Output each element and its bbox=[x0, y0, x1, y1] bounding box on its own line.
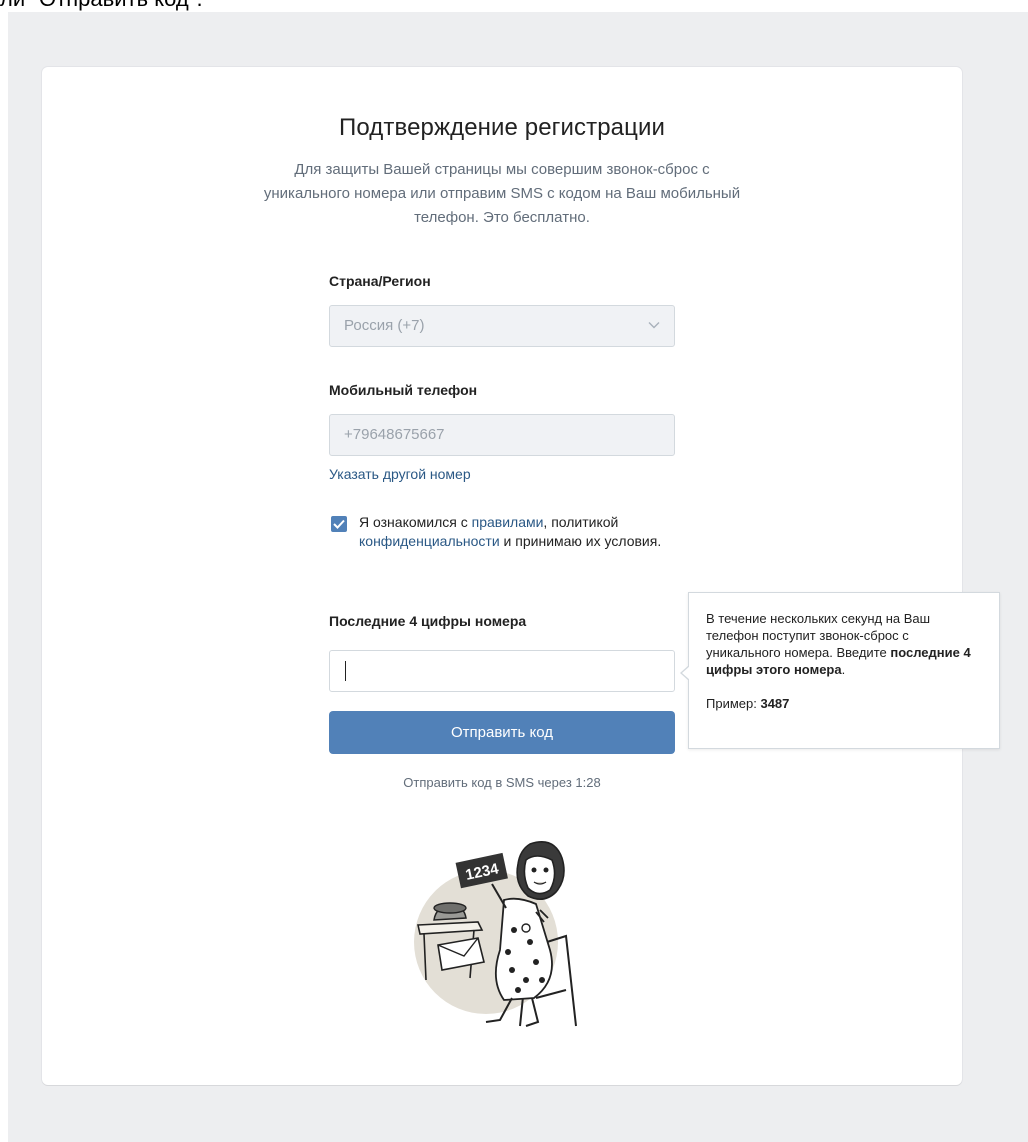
phone-field[interactable]: +79648675667 bbox=[329, 414, 675, 456]
change-number-link[interactable]: Указать другой номер bbox=[329, 466, 471, 482]
privacy-link[interactable]: конфиденциальности bbox=[359, 533, 500, 549]
woman-with-phone-illustration: 1234 bbox=[414, 841, 577, 1027]
country-select[interactable]: Россия (+7) bbox=[329, 305, 675, 347]
hint-tooltip: В течение нескольких секунд на Ваш телеф… bbox=[680, 592, 1000, 749]
terms-checkbox[interactable] bbox=[331, 516, 347, 532]
example-value: 3487 bbox=[760, 696, 790, 711]
checkmark-icon bbox=[333, 519, 345, 529]
text-caret bbox=[345, 661, 346, 681]
tooltip-arrow-fill bbox=[682, 666, 690, 680]
terms-part1: Я ознакомился с bbox=[359, 514, 472, 530]
page-description: Для защиты Вашей страницы мы совершим зв… bbox=[263, 161, 741, 226]
terms-part3: и принимаю их условия. bbox=[499, 533, 662, 549]
phone-label: Мобильный телефон bbox=[329, 382, 478, 398]
tooltip-text-part2: . bbox=[841, 662, 846, 677]
chevron-down-icon bbox=[648, 322, 660, 329]
terms-part2: , политикой bbox=[543, 514, 619, 530]
country-label: Страна/Регион bbox=[329, 273, 431, 289]
phone-value: +79648675667 bbox=[344, 426, 445, 443]
code-label: Последние 4 цифры номера bbox=[329, 613, 527, 629]
sms-timer-text: Отправить код в SMS через 1:28 bbox=[403, 775, 601, 790]
tooltip-text: В течение нескольких секунд на Ваш телеф… bbox=[706, 610, 985, 678]
example-label: Пример: bbox=[706, 696, 761, 711]
send-code-button[interactable]: Отправить код bbox=[329, 711, 675, 754]
page-title: Подтверждение регистрации bbox=[339, 114, 665, 141]
code-input[interactable] bbox=[329, 650, 675, 692]
tooltip-example: Пример: 3487 bbox=[706, 695, 985, 712]
terms-text: Я ознакомился с правилами, политикой кон… bbox=[359, 513, 679, 551]
rules-link[interactable]: правилами bbox=[472, 514, 544, 530]
country-value: Россия (+7) bbox=[344, 317, 425, 334]
